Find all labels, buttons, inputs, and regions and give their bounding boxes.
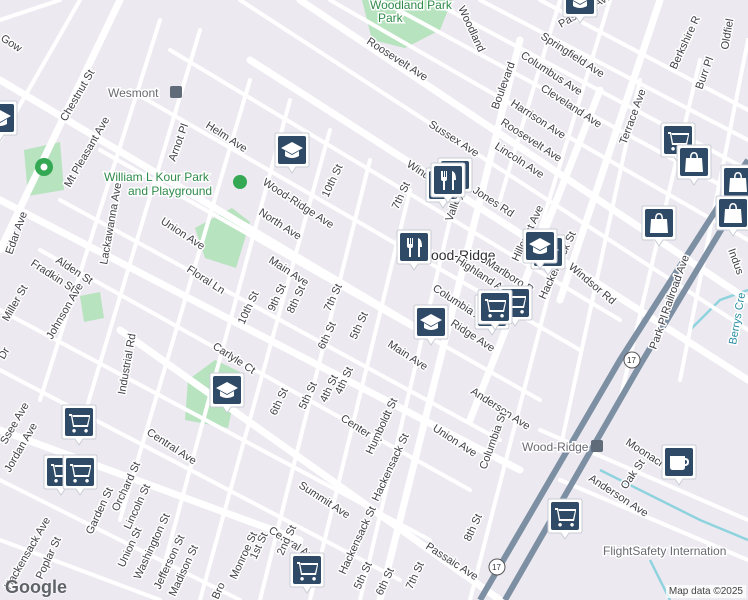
- grocery-marker-icon[interactable]: [61, 404, 97, 446]
- wesmont-label: Wesmont: [108, 86, 159, 100]
- map-canvas[interactable]: 17 17 Woodland Park Park Wesmont William…: [0, 0, 748, 600]
- grocery-marker-icon[interactable]: [62, 454, 98, 496]
- school-marker-icon[interactable]: [209, 372, 245, 414]
- school-marker-icon[interactable]: [274, 132, 310, 174]
- svg-text:17: 17: [627, 356, 636, 365]
- small-park-area: [80, 292, 104, 322]
- school-marker-icon[interactable]: [522, 228, 558, 270]
- wood-ridge-station-icon[interactable]: [591, 440, 603, 452]
- restaurant-marker-fill: [400, 233, 428, 261]
- restaurant-marker-icon[interactable]: [430, 162, 466, 204]
- svg-text:Park: Park: [378, 11, 404, 25]
- grocery-marker-icon[interactable]: [477, 289, 513, 331]
- restaurant-marker-icon[interactable]: [396, 229, 432, 271]
- google-logo: Google: [5, 577, 67, 597]
- wesmont-station-icon[interactable]: [170, 86, 182, 98]
- kour-park-label-1: William L Kour Park: [104, 170, 210, 184]
- cafe-marker-icon[interactable]: [661, 444, 697, 486]
- flightsafety-label: FlightSafety Internation: [603, 544, 726, 558]
- school-marker-icon[interactable]: [0, 100, 18, 142]
- svg-text:17: 17: [492, 563, 501, 572]
- restaurant-marker-fill: [434, 166, 462, 194]
- grocery-marker-icon[interactable]: [289, 552, 325, 594]
- route-17-shield-1: 17: [623, 351, 641, 369]
- grocery-marker-icon[interactable]: [547, 498, 583, 540]
- kour-park-label-2: and Playground: [128, 184, 212, 198]
- kour-park-tree-icon[interactable]: [233, 175, 247, 189]
- shopping-marker-icon[interactable]: [676, 144, 712, 186]
- route-17-shield-2: 17: [488, 558, 506, 576]
- shopping-marker-icon[interactable]: [641, 205, 677, 247]
- school-marker-icon[interactable]: [413, 304, 449, 346]
- map-attribution: Map data ©2025: [665, 585, 746, 598]
- wood-ridge-station-label: Wood-Ridge: [522, 440, 589, 454]
- shopping-marker-icon[interactable]: [715, 195, 748, 237]
